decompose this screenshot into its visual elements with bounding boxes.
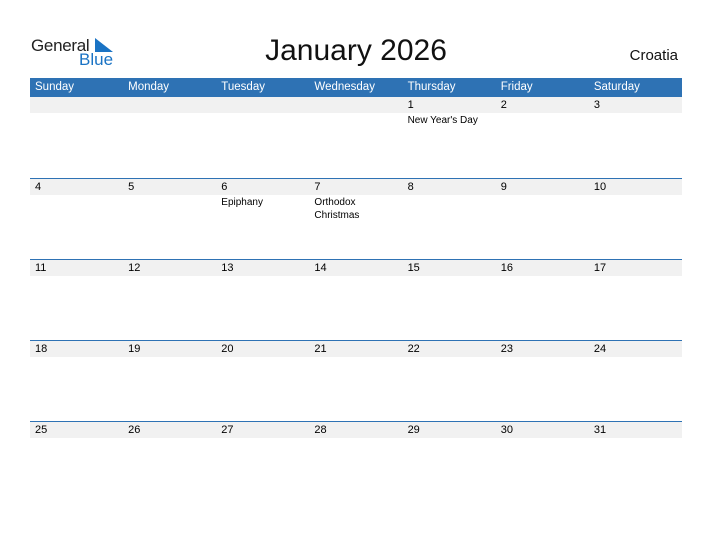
day-number: [35, 97, 123, 113]
weekday-wednesday: Wednesday: [314, 81, 375, 93]
day-number: 23: [500, 343, 513, 355]
week-row: 1 New Year's Day 2 3: [30, 97, 682, 178]
week-row: 18 19 20 21 22 23 24: [30, 340, 682, 422]
day-number: 30: [500, 424, 513, 436]
day-cell: [30, 97, 123, 127]
day-number: [128, 97, 216, 113]
day-cell: 16: [496, 260, 589, 277]
day-number: 11: [35, 262, 47, 274]
day-number: 10: [593, 181, 607, 193]
day-cell: 7 Orthodox Christmas: [309, 179, 402, 222]
day-number: 13: [221, 262, 234, 274]
country-label: Croatia: [629, 47, 678, 64]
day-cell: 18: [30, 341, 123, 358]
day-cell: 4: [30, 179, 123, 222]
week-row: 11 12 13 14 15 16 17: [30, 259, 682, 341]
day-number: 8: [407, 181, 414, 193]
day-cell: 20: [216, 341, 309, 358]
day-number: 2: [500, 99, 507, 111]
day-cell: 15: [403, 260, 496, 277]
day-cell: 12: [123, 260, 216, 277]
day-cell: 19: [123, 341, 216, 358]
day-cell: 2: [496, 97, 589, 127]
day-number: 22: [407, 343, 420, 355]
day-cell: 5: [123, 179, 216, 222]
day-number: 9: [500, 181, 507, 193]
day-cell: 29: [403, 422, 496, 439]
day-number: 12: [128, 262, 141, 274]
weekday-tuesday: Tuesday: [221, 81, 265, 93]
day-cell: 6 Epiphany: [216, 179, 309, 222]
day-number: 28: [314, 424, 327, 436]
day-number: 26: [128, 424, 141, 436]
day-number: 14: [314, 262, 327, 274]
day-cell: [309, 97, 402, 127]
day-cell: 26: [123, 422, 216, 439]
day-cell: 8: [403, 179, 496, 222]
day-cell: 21: [309, 341, 402, 358]
day-cell: 3: [589, 97, 682, 127]
day-number: 1: [407, 99, 414, 111]
day-number: 29: [407, 424, 420, 436]
page-title: January 2026: [265, 34, 447, 67]
day-number: 20: [221, 343, 234, 355]
day-cell: 24: [589, 341, 682, 358]
day-number: 27: [221, 424, 234, 436]
day-number: 18: [35, 343, 48, 355]
day-cell: 22: [403, 341, 496, 358]
holiday-label: New Year's Day: [407, 115, 478, 126]
weekday-header: Sunday Monday Tuesday Wednesday Thursday…: [30, 78, 682, 97]
day-cell: 14: [309, 260, 402, 277]
day-number: 19: [128, 343, 141, 355]
day-cell: 25: [30, 422, 123, 439]
day-cell: 17: [589, 260, 682, 277]
weekday-thursday: Thursday: [407, 81, 456, 93]
day-number: 17: [593, 262, 607, 274]
day-cell: [123, 97, 216, 127]
weekday-monday: Monday: [128, 81, 170, 93]
day-number: [314, 97, 402, 113]
holiday-label: Orthodox Christmas: [314, 197, 360, 221]
day-number: 4: [35, 181, 42, 193]
week-row: 25 26 27 28 29 30 31: [30, 421, 682, 503]
day-number: 25: [35, 424, 48, 436]
day-number: 7: [314, 181, 321, 193]
day-number: [221, 97, 309, 113]
day-number: 31: [593, 424, 607, 436]
day-number: 21: [314, 343, 327, 355]
day-number: 5: [128, 181, 135, 193]
day-number: 16: [500, 262, 513, 274]
day-cell: 30: [496, 422, 589, 439]
weekday-saturday: Saturday: [593, 81, 640, 93]
day-cell: 28: [309, 422, 402, 439]
holiday-label: Epiphany: [221, 197, 263, 208]
week-row: 4 5 6 Epiphany 7 Orthodox Christmas 8 9 10: [30, 178, 682, 260]
weekday-sunday: Sunday: [35, 81, 75, 93]
day-cell: 27: [216, 422, 309, 439]
day-number: 6: [221, 181, 228, 193]
day-cell: 23: [496, 341, 589, 358]
weekday-friday: Friday: [500, 81, 533, 93]
day-cell: 13: [216, 260, 309, 277]
day-cell: 11: [30, 260, 123, 277]
day-number: 3: [593, 99, 600, 111]
day-cell: 1 New Year's Day: [403, 97, 496, 127]
day-number: 24: [593, 343, 607, 355]
day-cell: [216, 97, 309, 127]
day-number: 15: [407, 262, 420, 274]
day-cell: 9: [496, 179, 589, 222]
day-cell: 31: [589, 422, 682, 439]
day-cell: 10: [589, 179, 682, 222]
